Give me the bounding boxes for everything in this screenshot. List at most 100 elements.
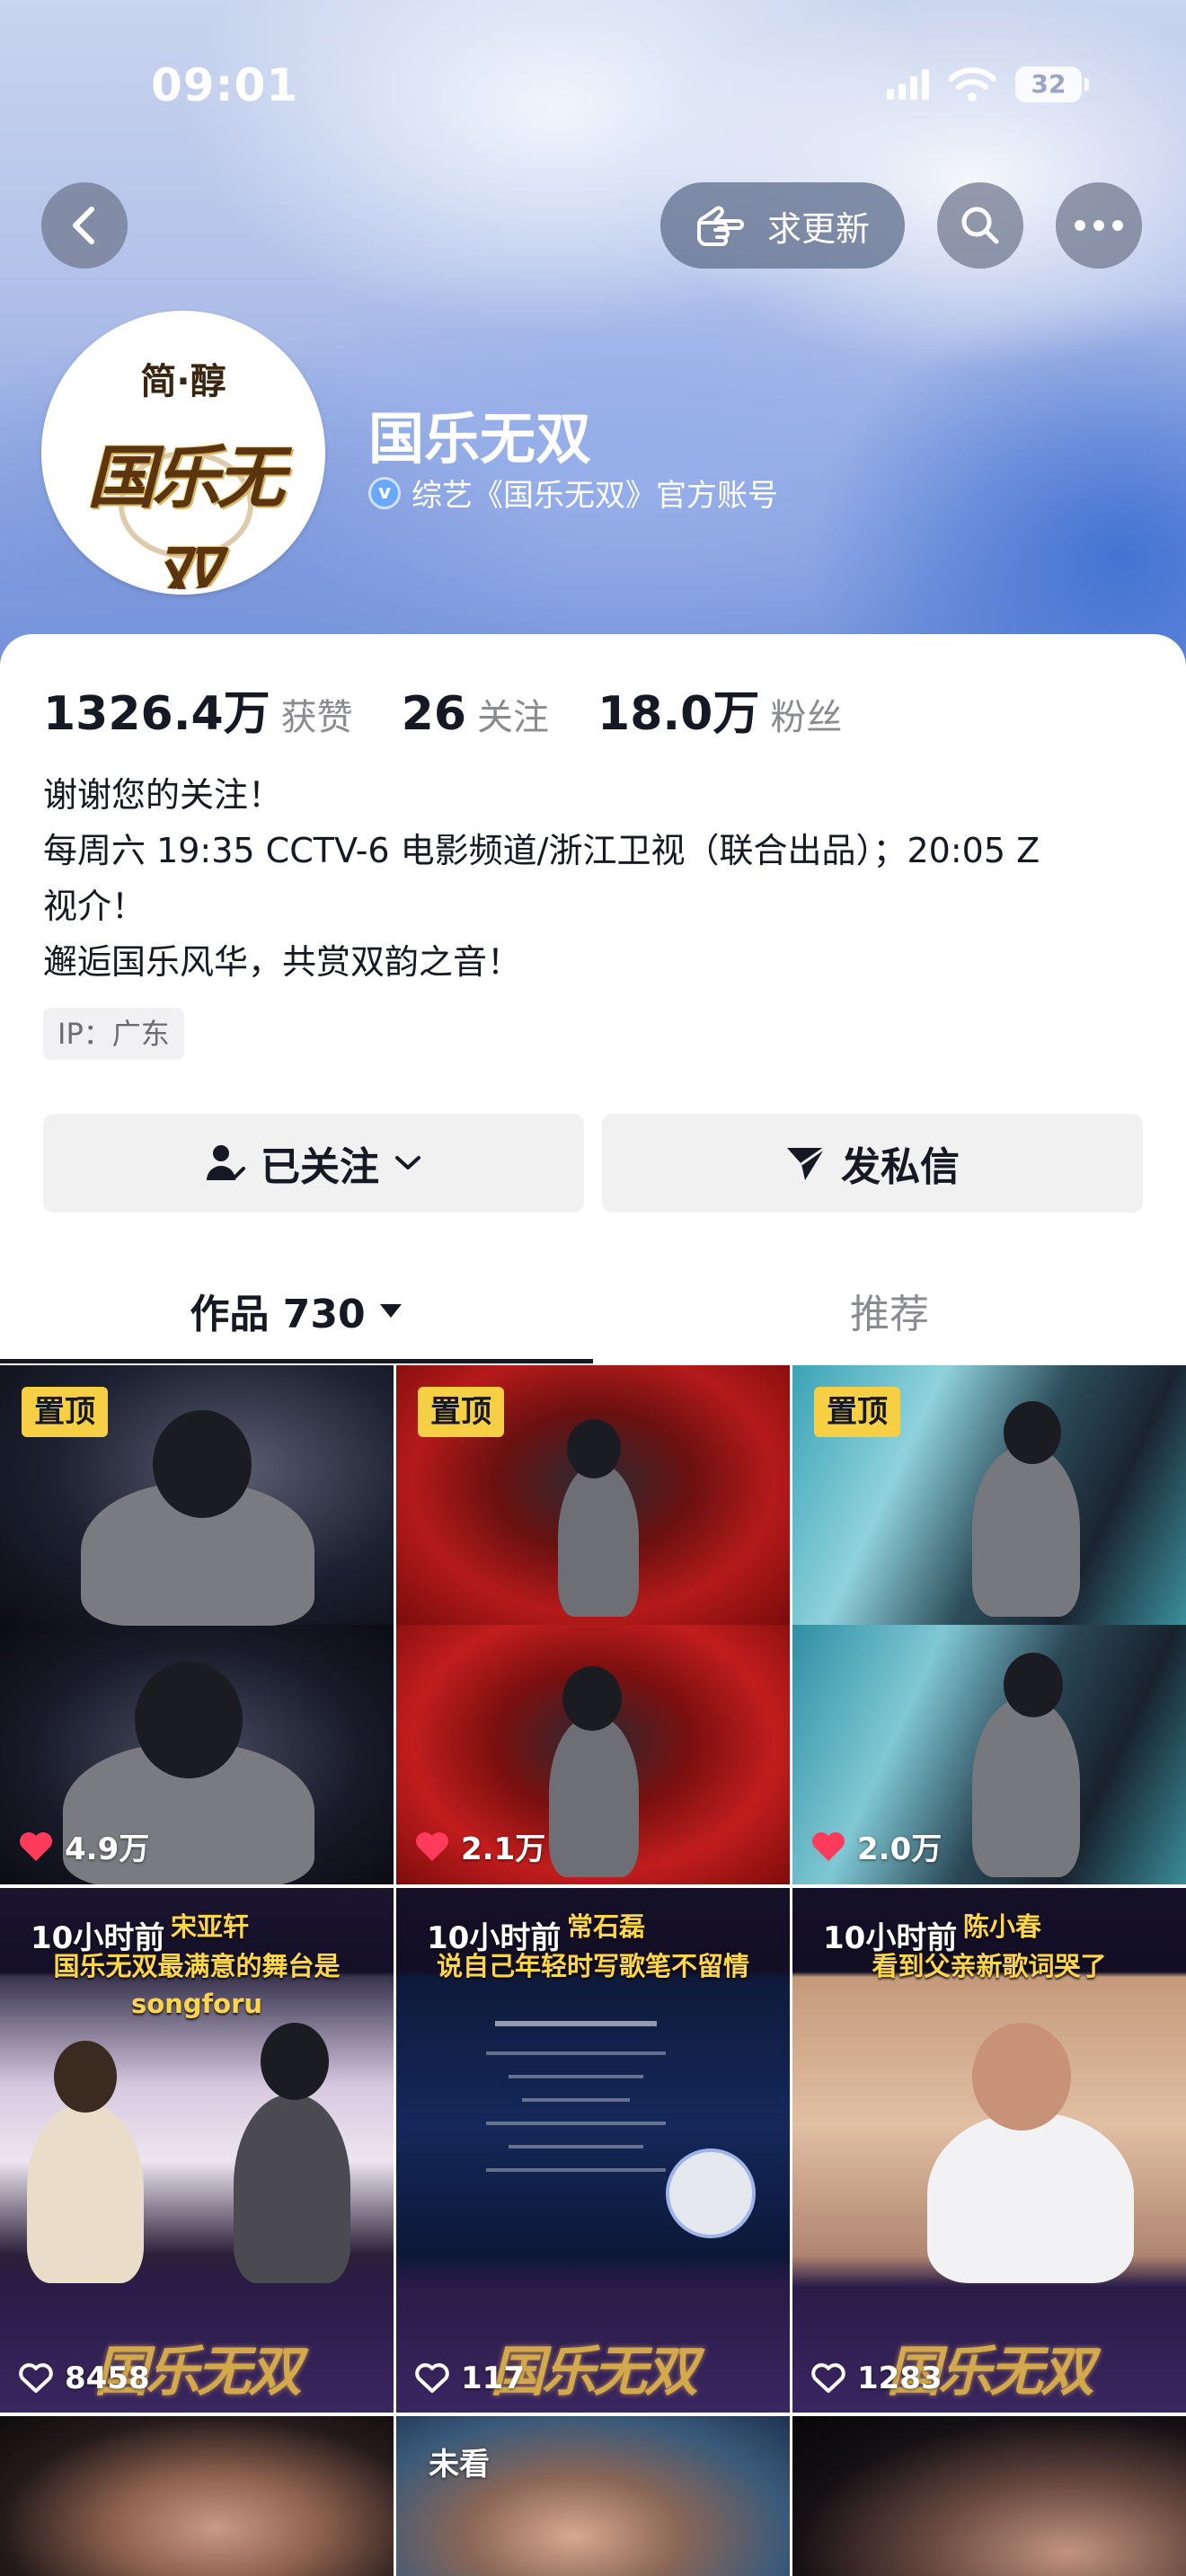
- bio-line: 每周六 19:35 CCTV-6 电影频道/浙江卫视（联合出品）；20:05 Z: [43, 831, 1040, 870]
- heart-filled-icon: [812, 1831, 845, 1861]
- pinned-badge: 置顶: [814, 1387, 900, 1437]
- unwatched-label: 未看: [429, 2447, 490, 2483]
- singer-head: [261, 2023, 329, 2100]
- verified-text: 综艺《国乐无双》官方账号: [412, 478, 778, 514]
- search-icon: [961, 207, 999, 244]
- video-likes: 1283: [810, 2360, 943, 2396]
- singer-head: [562, 1666, 622, 1731]
- singer-head: [54, 2041, 117, 2113]
- search-button[interactable]: [937, 182, 1023, 269]
- guest-head: [972, 2023, 1071, 2130]
- caret-down-icon: [379, 1304, 402, 1318]
- back-button[interactable]: [41, 182, 128, 269]
- video-caption: 说自己年轻时写歌笔不留情: [436, 1951, 749, 1981]
- request-update-button[interactable]: 求更新: [660, 182, 905, 269]
- avatar-logo-title: 国乐无双: [87, 437, 285, 595]
- likes-count[interactable]: 1326.4万: [43, 675, 270, 743]
- grid-divider: [394, 1365, 396, 2576]
- video-likes-count: 1283: [857, 2360, 943, 2396]
- avatar-logo-subtitle: 简·醇: [140, 361, 226, 402]
- video-caption-name: 常石磊: [567, 1911, 646, 1942]
- singer-figure: [972, 1446, 1080, 1617]
- tab-works[interactable]: 作品 730: [0, 1257, 593, 1363]
- status-time: 09:01: [151, 59, 299, 111]
- video-likes-count: 4.9万: [65, 1831, 150, 1867]
- bio-line: 视介！: [43, 887, 146, 926]
- user-check-icon: [207, 1145, 245, 1180]
- pointing-hand-icon: [696, 206, 744, 246]
- following-count[interactable]: 26: [402, 687, 466, 741]
- video-tile[interactable]: 未看: [396, 2416, 790, 2576]
- ip-location-tag: IP：广东: [43, 1008, 184, 1060]
- video-thumbnail: [792, 2416, 1186, 2576]
- paper-plane-icon: [787, 1146, 826, 1180]
- video-tile[interactable]: 10小时前 陈小春 看到父亲新歌词哭了 国乐无双 1283: [792, 1888, 1186, 2413]
- tab-works-label: 作品 730: [190, 1292, 366, 1337]
- chevron-down-icon: [395, 1156, 420, 1169]
- singer-figure: [27, 2104, 144, 2283]
- video-likes-count: 117: [461, 2360, 525, 2396]
- following-button[interactable]: 已关注: [43, 1114, 584, 1213]
- wifi-icon: [949, 67, 996, 101]
- likes-label: 获赞: [280, 697, 353, 738]
- profile-bio: 谢谢您的关注！ 每周六 19:35 CCTV-6 电影频道/浙江卫视（联合出品）…: [43, 767, 1157, 990]
- video-caption: 看到父亲新歌词哭了: [872, 1951, 1107, 1981]
- followers-count[interactable]: 18.0万: [597, 675, 759, 743]
- heart-outline-icon: [811, 2363, 845, 2393]
- video-tile[interactable]: [0, 2416, 394, 2576]
- following-button-label: 已关注: [261, 1144, 379, 1190]
- profile-page: 09:01 32 求更新 简·醇 国乐无双 国乐无双 v 综艺《国乐无双》官方账…: [0, 0, 1186, 2576]
- video-likes: 2.0万: [810, 1824, 942, 1868]
- video-tile[interactable]: 置顶 2.1万: [396, 1365, 790, 1884]
- bio-line: 邂逅国乐风华，共赏双韵之音！: [43, 942, 522, 982]
- video-tile[interactable]: 置顶 4.9万: [0, 1365, 394, 1884]
- video-likes-count: 2.0万: [857, 1831, 943, 1867]
- heart-outline-icon: [19, 2363, 53, 2393]
- guest-avatar: [666, 2148, 756, 2238]
- tab-recommend-label: 推荐: [850, 1292, 929, 1337]
- video-tile[interactable]: 10小时前 宋亚轩 国乐无双最满意的舞台是songforu 国乐无双 8458: [0, 1888, 394, 2413]
- verified-line: v 综艺《国乐无双》官方账号: [368, 471, 778, 515]
- video-caption: 国乐无双最满意的舞台是songforu: [53, 1951, 341, 2019]
- video-caption-name: 宋亚轩: [171, 1911, 250, 1942]
- guest-figure: [927, 2113, 1134, 2283]
- status-indicators: 32: [887, 66, 1089, 102]
- video-tile[interactable]: [792, 2416, 1186, 2576]
- send-message-button[interactable]: 发私信: [602, 1114, 1143, 1213]
- singer-head: [135, 1662, 243, 1778]
- cellular-signal-icon: [887, 69, 929, 100]
- tab-recommend[interactable]: 推荐: [593, 1257, 1186, 1363]
- bio-line: 谢谢您的关注！: [43, 775, 283, 815]
- lyrics-area: [450, 2014, 702, 2247]
- avatar[interactable]: 简·醇 国乐无双: [41, 311, 325, 595]
- singer-figure: [558, 1464, 639, 1617]
- heart-outline-icon: [415, 2363, 449, 2393]
- singer-figure: [234, 2095, 350, 2283]
- profile-stats: 1326.4万 获赞 26 关注 18.0万 粉丝: [43, 675, 890, 743]
- video-likes-count: 2.1万: [461, 1831, 546, 1867]
- following-label: 关注: [477, 697, 550, 738]
- heart-filled-icon: [416, 1831, 448, 1861]
- pinned-badge: 置顶: [418, 1387, 504, 1437]
- heart-filled-icon: [20, 1831, 52, 1861]
- video-likes: 117: [414, 2360, 525, 2396]
- singer-figure: [549, 1716, 639, 1877]
- singer-figure: [972, 1698, 1080, 1877]
- video-thumbnail: [0, 2416, 394, 2576]
- singer-head: [1004, 1653, 1063, 1717]
- grid-divider: [790, 1365, 792, 2576]
- video-likes-count: 8458: [65, 2360, 150, 2396]
- video-tile[interactable]: 10小时前 常石磊 说自己年轻时写歌笔不留情 国乐无双 117: [396, 1888, 790, 2413]
- verified-badge-icon: v: [368, 476, 401, 509]
- followers-label: 粉丝: [770, 697, 843, 738]
- singer-head: [567, 1419, 621, 1478]
- video-likes: 2.1万: [414, 1824, 545, 1868]
- chevron-left-icon: [73, 207, 94, 244]
- pinned-badge: 置顶: [22, 1387, 108, 1437]
- profile-name: 国乐无双: [368, 406, 592, 472]
- more-options-button[interactable]: [1056, 182, 1142, 269]
- video-tile[interactable]: 置顶 2.0万: [792, 1365, 1186, 1884]
- singer-head: [1004, 1401, 1061, 1464]
- video-likes: 4.9万: [18, 1824, 149, 1868]
- more-dots-icon: [1075, 220, 1123, 231]
